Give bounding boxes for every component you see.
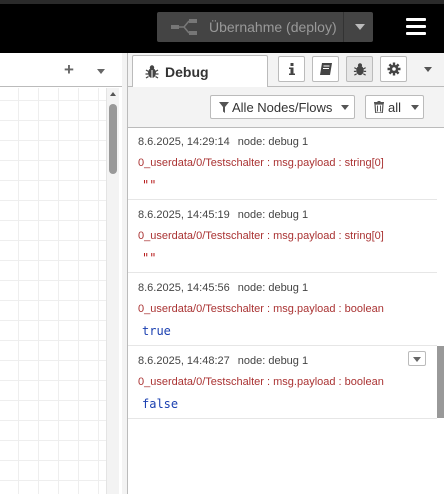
deploy-button[interactable]: Übernahme (deploy) bbox=[157, 12, 373, 42]
header-bar: Übernahme (deploy) bbox=[0, 0, 444, 53]
message-meta: 8.6.2025, 14:29:14 node: debug 1 bbox=[138, 136, 308, 148]
scroll-thumb[interactable] bbox=[109, 104, 117, 174]
debug-message[interactable]: 8.6.2025, 14:48:27 node: debug 1 0_userda… bbox=[128, 347, 437, 419]
message-payload[interactable]: true bbox=[142, 324, 171, 338]
tab-debug-button[interactable] bbox=[346, 56, 373, 82]
scroll-thumb[interactable] bbox=[437, 346, 444, 418]
message-node-link[interactable]: node: debug 1 bbox=[238, 282, 308, 294]
debug-message[interactable]: 8.6.2025, 14:45:56 node: debug 1 0_userda… bbox=[128, 274, 437, 346]
message-meta: 8.6.2025, 14:45:56 node: debug 1 bbox=[138, 282, 308, 294]
chevron-down-icon bbox=[413, 357, 421, 362]
debug-message[interactable]: 8.6.2025, 14:45:19 node: debug 1 0_userda… bbox=[128, 201, 437, 273]
info-icon bbox=[289, 63, 295, 75]
filter-nodes-dropdown[interactable]: Alle Nodes/Flows bbox=[210, 95, 355, 119]
bug-icon bbox=[353, 63, 367, 76]
message-timestamp: 8.6.2025, 14:29:14 bbox=[138, 136, 230, 148]
sidebar-menu-chevron-icon[interactable] bbox=[424, 67, 432, 72]
deploy-menu-chevron-icon[interactable] bbox=[355, 24, 365, 30]
message-topic: 0_userdata/0/Testschalter : msg.payload … bbox=[138, 303, 384, 315]
add-flow-button[interactable]: + bbox=[64, 60, 74, 80]
chevron-down-icon bbox=[341, 105, 349, 110]
hamburger-menu-icon[interactable] bbox=[406, 16, 426, 38]
chevron-down-icon[interactable] bbox=[97, 69, 105, 74]
debug-message[interactable]: 8.6.2025, 14:29:14 node: debug 1 0_userda… bbox=[128, 128, 437, 200]
trash-icon bbox=[374, 101, 384, 113]
clear-messages-label: all bbox=[388, 100, 402, 115]
debug-message-list[interactable]: 8.6.2025, 14:29:14 node: debug 1 0_userda… bbox=[128, 128, 444, 494]
deploy-label: Übernahme (deploy) bbox=[209, 19, 337, 35]
message-timestamp: 8.6.2025, 14:48:27 bbox=[138, 355, 230, 367]
scroll-up-icon[interactable] bbox=[110, 92, 116, 96]
message-meta: 8.6.2025, 14:48:27 node: debug 1 bbox=[138, 355, 308, 367]
book-icon bbox=[320, 63, 332, 75]
message-payload[interactable]: false bbox=[142, 397, 178, 411]
header-topline bbox=[0, 0, 444, 4]
message-payload[interactable]: "" bbox=[142, 178, 156, 192]
tab-info-button[interactable] bbox=[278, 56, 305, 82]
message-topic: 0_userdata/0/Testschalter : msg.payload … bbox=[138, 230, 384, 242]
gear-icon bbox=[387, 62, 401, 76]
clear-messages-dropdown[interactable]: all bbox=[365, 95, 424, 119]
filter-icon bbox=[219, 102, 229, 113]
message-meta: 8.6.2025, 14:45:19 node: debug 1 bbox=[138, 209, 308, 221]
message-timestamp: 8.6.2025, 14:45:56 bbox=[138, 282, 230, 294]
deploy-separator bbox=[343, 12, 344, 42]
tab-config-button[interactable] bbox=[380, 56, 407, 82]
debug-filter-bar: Alle Nodes/Flows all bbox=[128, 87, 444, 128]
node-red-editor: Übernahme (deploy) + Debug Alle Nodes/Fl… bbox=[0, 0, 444, 494]
tab-debug-label: Debug bbox=[165, 64, 209, 80]
message-node-link[interactable]: node: debug 1 bbox=[238, 355, 308, 367]
message-topic: 0_userdata/0/Testschalter : msg.payload … bbox=[138, 157, 384, 169]
workspace-scrollbar[interactable] bbox=[106, 88, 119, 494]
sidebar-tab-bar: Debug bbox=[128, 53, 444, 88]
message-timestamp: 8.6.2025, 14:45:19 bbox=[138, 209, 230, 221]
message-payload[interactable]: "" bbox=[142, 251, 156, 265]
message-node-link[interactable]: node: debug 1 bbox=[238, 136, 308, 148]
message-node-link[interactable]: node: debug 1 bbox=[238, 209, 308, 221]
message-tools-button[interactable] bbox=[408, 351, 426, 366]
message-topic: 0_userdata/0/Testschalter : msg.payload … bbox=[138, 376, 384, 388]
tab-debug[interactable]: Debug bbox=[132, 55, 268, 88]
workspace-tab-bar: + bbox=[0, 53, 122, 87]
filter-nodes-label: Alle Nodes/Flows bbox=[232, 100, 333, 115]
tab-help-button[interactable] bbox=[312, 56, 339, 82]
workspace-canvas[interactable] bbox=[0, 88, 106, 494]
deploy-flow-icon bbox=[171, 19, 197, 35]
chevron-down-icon bbox=[411, 105, 419, 110]
bug-icon bbox=[145, 65, 159, 79]
